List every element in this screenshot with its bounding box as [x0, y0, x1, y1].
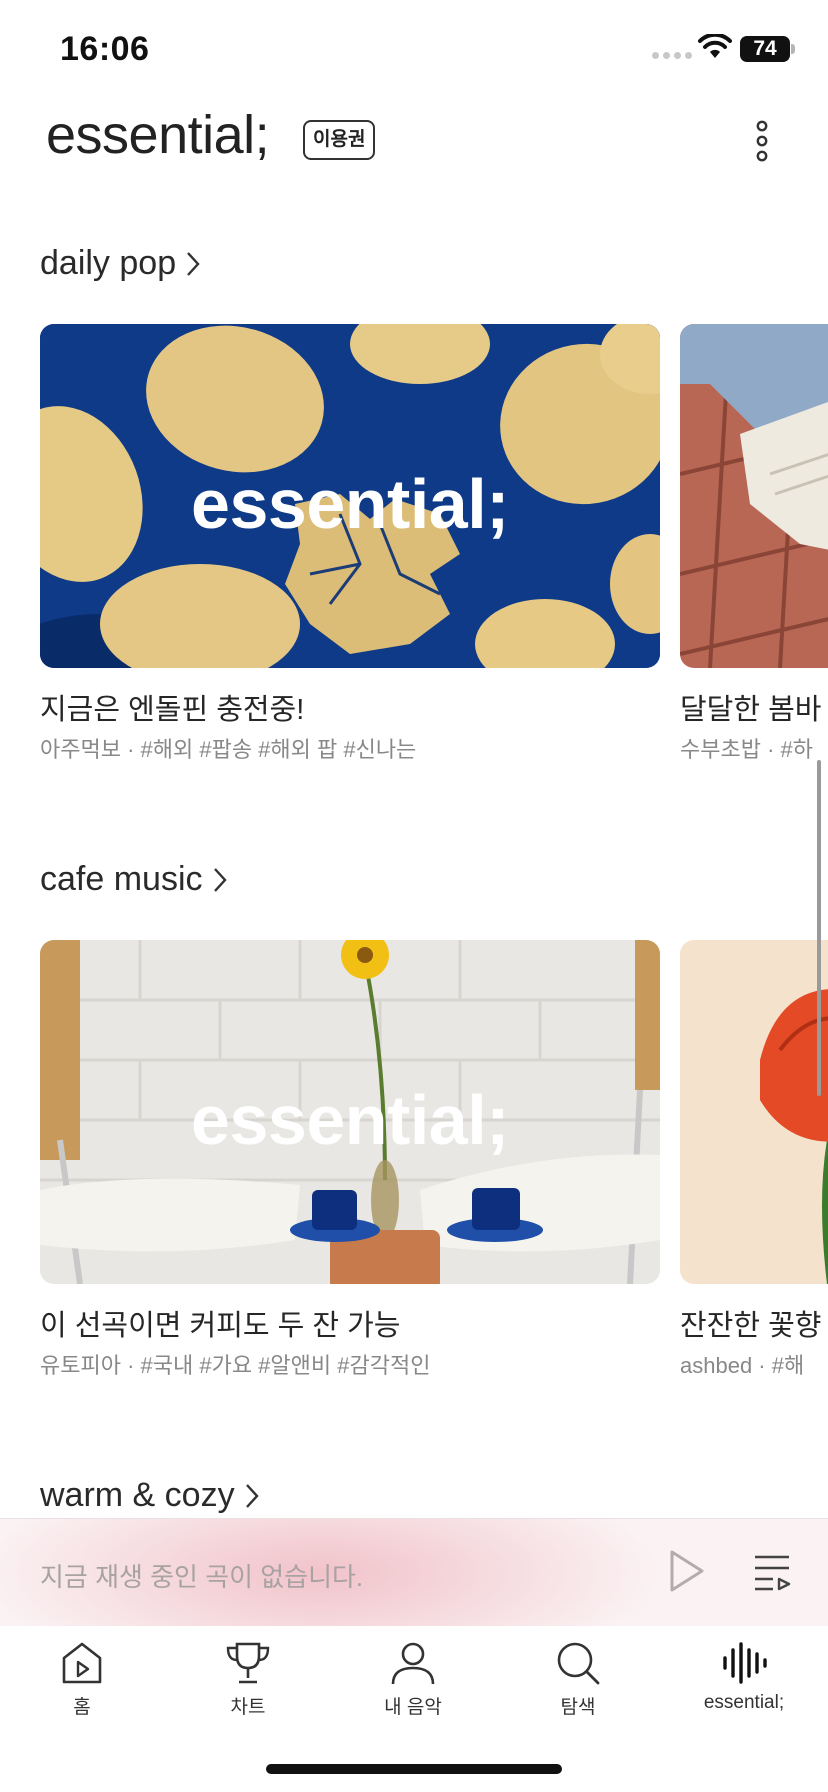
chevron-right-icon: [187, 251, 200, 276]
section-title-cafe-music[interactable]: cafe music: [40, 860, 227, 899]
status-time: 16:06: [60, 30, 150, 68]
mini-player[interactable]: 지금 재생 중인 곡이 없습니다.: [0, 1518, 828, 1627]
tab-essential[interactable]: essential;: [684, 1640, 804, 1714]
tab-label: 탐색: [560, 1697, 596, 1718]
playlist-cover-cafe: essential;: [40, 940, 660, 1284]
section-title-warm-cozy[interactable]: warm & cozy: [40, 1476, 259, 1515]
more-options-icon[interactable]: [748, 118, 776, 164]
playlist-card-coffee[interactable]: essential;: [40, 940, 660, 1284]
tab-label: 차트: [230, 1697, 266, 1718]
section-title-label: warm & cozy: [40, 1476, 235, 1514]
tab-my-music[interactable]: 내 음악: [353, 1640, 473, 1719]
now-playing-text: 지금 재생 중인 곡이 없습니다.: [40, 1562, 364, 1592]
status-bar: 16:06 74: [0, 0, 828, 100]
playlist-title: 지금은 엔돌핀 충전중!: [40, 694, 305, 726]
playlist-cover-flower: [680, 940, 828, 1284]
tab-label: essential;: [703, 1692, 785, 1713]
playlist-title: 달달한 봄바: [680, 694, 822, 726]
tab-label: 내 음악: [384, 1697, 442, 1718]
tab-chart[interactable]: 차트: [188, 1640, 308, 1719]
playlist-card-peek-1[interactable]: [680, 324, 828, 668]
play-icon[interactable]: [668, 1549, 706, 1593]
playlist-card-peek-2[interactable]: [680, 940, 828, 1284]
playlist-meta: 유토피아 · #국내 #가요 #알앤비 #감각적인: [40, 1353, 431, 1378]
flower-artwork: [680, 940, 828, 1284]
home-play-icon: [62, 1642, 102, 1684]
tab-label: 홈: [73, 1697, 91, 1718]
section-title-label: daily pop: [40, 244, 177, 282]
tab-explore[interactable]: 탐색: [518, 1640, 638, 1719]
tab-home[interactable]: 홈: [22, 1640, 142, 1719]
card-overlay-logo: essential;: [191, 1081, 509, 1159]
battery-icon: 74: [740, 36, 790, 62]
chevron-right-icon: [213, 867, 227, 892]
sound-bars-icon: [723, 1642, 767, 1684]
playlist-meta: 아주먹보 · #해외 #팝송 #해외 팝 #신나는: [40, 737, 417, 762]
person-icon: [391, 1642, 435, 1685]
section-title-daily-pop[interactable]: daily pop: [40, 244, 200, 283]
subscription-badge[interactable]: 이용권: [303, 120, 376, 160]
playlist-title: 이 선곡이면 커피도 두 잔 가능: [40, 1310, 401, 1342]
battery-cap: [791, 44, 795, 54]
trophy-icon: [226, 1642, 270, 1684]
section-title-label: cafe music: [40, 860, 203, 898]
sneakers-artwork: [680, 324, 828, 668]
playlist-meta: 수부초밥 · #하: [680, 737, 813, 762]
chevron-right-icon: [245, 1483, 259, 1508]
playlist-card-endorphin[interactable]: essential;: [40, 324, 660, 668]
playlist-meta: ashbed · #해: [680, 1353, 805, 1378]
playlist-cover-chips: essential;: [40, 324, 660, 668]
scrollbar[interactable]: [817, 760, 821, 1096]
playlist-title: 잔잔한 꽃향: [680, 1310, 822, 1342]
wifi-icon: [698, 34, 732, 58]
playlist-queue-icon[interactable]: [753, 1553, 793, 1593]
search-icon: [557, 1642, 600, 1685]
home-indicator: [266, 1764, 562, 1774]
card-overlay-logo: essential;: [191, 465, 509, 543]
cellular-signal-icon: [652, 52, 692, 59]
playlist-cover-sneakers: [680, 324, 828, 668]
app-logo: essential;: [46, 105, 270, 165]
